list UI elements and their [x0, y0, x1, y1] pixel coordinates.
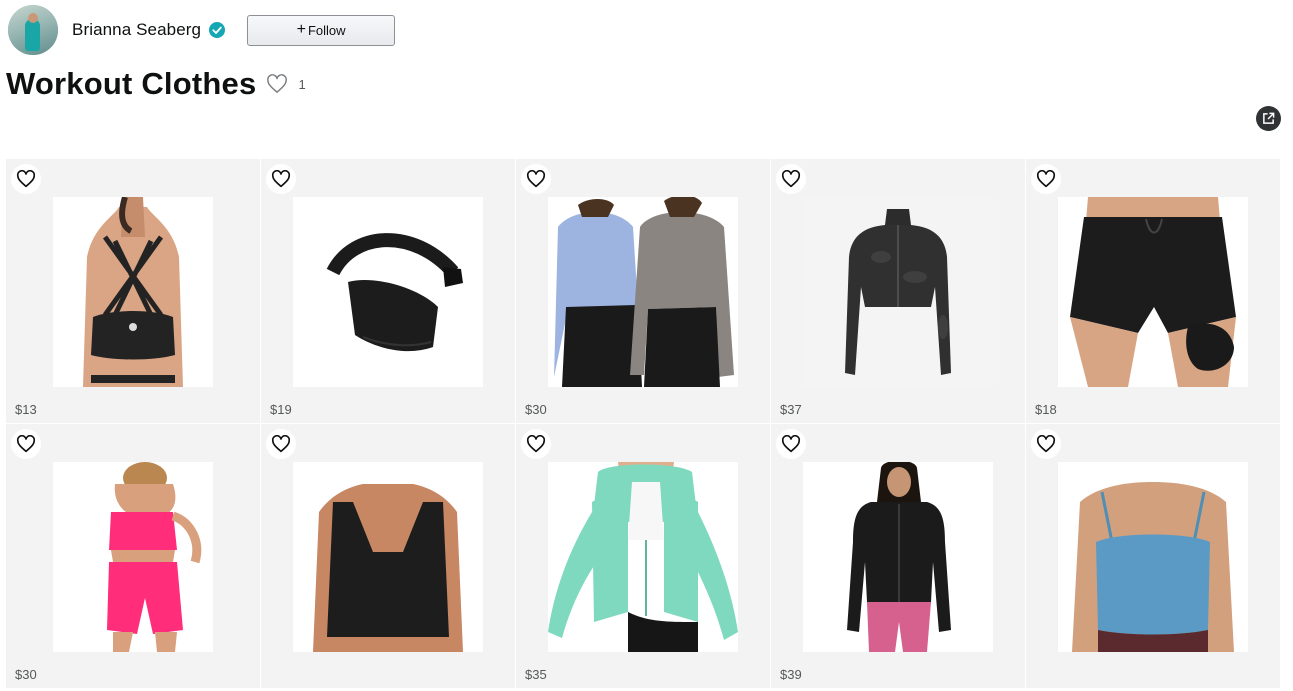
save-heart-button[interactable]: [266, 429, 296, 459]
plus-icon: +: [296, 21, 306, 38]
product-image[interactable]: [261, 197, 515, 387]
product-card[interactable]: $18: [1026, 159, 1280, 423]
save-heart-button[interactable]: [776, 164, 806, 194]
save-heart-button[interactable]: [1031, 429, 1061, 459]
product-image[interactable]: [6, 462, 260, 652]
heart-outline-icon: [781, 170, 801, 188]
product-card[interactable]: $35: [516, 424, 770, 688]
product-card[interactable]: $37: [771, 159, 1025, 423]
product-card[interactable]: [261, 424, 515, 688]
product-image[interactable]: [261, 462, 515, 652]
product-price: $18: [1035, 402, 1057, 417]
follow-label: Follow: [307, 22, 346, 38]
creator-avatar[interactable]: [8, 5, 58, 55]
product-grid: $13 $19 $30 $37 $18 $30 $35 $39: [6, 159, 1281, 688]
save-heart-button[interactable]: [776, 429, 806, 459]
product-price: $37: [780, 402, 802, 417]
product-image[interactable]: [771, 197, 1025, 387]
product-card[interactable]: $30: [6, 424, 260, 688]
product-card[interactable]: [1026, 424, 1280, 688]
page-title: Workout Clothes: [6, 66, 257, 101]
heart-outline-icon: [526, 435, 546, 453]
heart-outline-icon: [1036, 435, 1056, 453]
product-image[interactable]: [516, 197, 770, 387]
heart-outline-icon: [526, 170, 546, 188]
product-price: $35: [525, 667, 547, 682]
follow-button[interactable]: + Follow: [247, 14, 396, 46]
heart-outline-icon: [271, 435, 291, 453]
heart-outline-icon: [16, 170, 36, 188]
product-price: $30: [15, 667, 37, 682]
creator-header: Brianna Seaberg + Follow: [8, 5, 396, 55]
product-image[interactable]: [516, 462, 770, 652]
verified-badge-icon: [209, 22, 226, 38]
save-heart-button[interactable]: [11, 164, 41, 194]
save-heart-button[interactable]: [266, 164, 296, 194]
list-title-row: Workout Clothes 1: [6, 66, 306, 102]
heart-outline-icon: [781, 435, 801, 453]
product-card[interactable]: $39: [771, 424, 1025, 688]
product-price: $13: [15, 402, 37, 417]
product-price: $30: [525, 402, 547, 417]
creator-name[interactable]: Brianna Seaberg: [72, 20, 201, 40]
heart-outline-icon: [1036, 170, 1056, 188]
product-card[interactable]: $13: [6, 159, 260, 423]
product-price: $19: [270, 402, 292, 417]
heart-outline-icon: [271, 170, 291, 188]
heart-outline-icon: [16, 435, 36, 453]
save-heart-button[interactable]: [11, 429, 41, 459]
product-price: $39: [780, 667, 802, 682]
product-card[interactable]: $19: [261, 159, 515, 423]
product-image[interactable]: [771, 462, 1025, 652]
share-button[interactable]: [1256, 106, 1281, 131]
product-image[interactable]: [1026, 197, 1280, 387]
heart-outline-icon[interactable]: [266, 74, 288, 94]
share-icon: [1263, 112, 1275, 124]
product-image[interactable]: [1026, 462, 1280, 652]
save-heart-button[interactable]: [521, 429, 551, 459]
save-heart-button[interactable]: [521, 164, 551, 194]
product-image[interactable]: [6, 197, 260, 387]
like-count: 1: [298, 76, 306, 92]
save-heart-button[interactable]: [1031, 164, 1061, 194]
product-card[interactable]: $30: [516, 159, 770, 423]
